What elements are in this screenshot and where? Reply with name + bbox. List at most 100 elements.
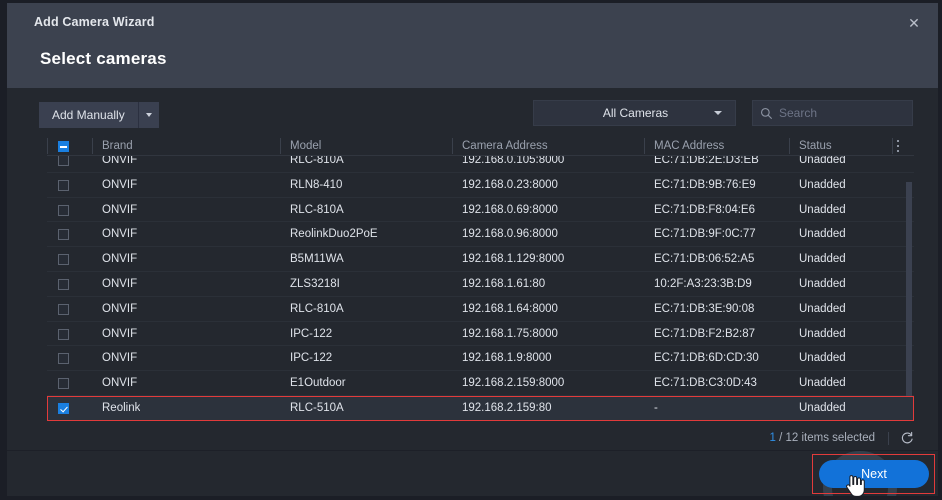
column-divider xyxy=(280,138,281,154)
cell-address: 192.168.1.61:80 xyxy=(462,278,546,290)
camera-filter-value: All Cameras xyxy=(602,106,669,120)
cell-model: RLC-810A xyxy=(290,302,344,315)
cell-mac: EC:71:DB:F8:04:E6 xyxy=(654,203,755,216)
add-camera-wizard-dialog: Add Camera Wizard ✕ Select cameras Add M… xyxy=(0,0,942,500)
row-checkbox[interactable] xyxy=(58,204,69,216)
cell-mac: EC:71:DB:3E:90:08 xyxy=(654,302,755,315)
cell-brand: ONVIF xyxy=(102,352,138,365)
column-divider xyxy=(789,138,790,154)
search-input[interactable] xyxy=(779,102,934,124)
column-header-mac[interactable]: MAC Address xyxy=(654,136,724,156)
cell-brand: Reolink xyxy=(102,402,141,414)
cell-model: RLN8-410 xyxy=(290,178,343,191)
toolbar: Add Manually All Cameras xyxy=(7,88,938,136)
search-icon xyxy=(753,101,779,125)
search-box[interactable] xyxy=(752,100,934,126)
chevron-down-icon xyxy=(145,113,152,117)
cell-mac: EC:71:DB:9B:76:E9 xyxy=(654,178,756,191)
cell-status: Unadded xyxy=(799,402,846,414)
cell-status: Unadded xyxy=(799,253,846,266)
next-button[interactable]: Next xyxy=(819,460,929,488)
cell-mac: EC:71:DB:F2:B2:87 xyxy=(654,327,755,340)
cell-model: ZLS3218I xyxy=(290,278,340,290)
cell-brand: ONVIF xyxy=(102,302,138,315)
cell-model: ReolinkDuo2PoE xyxy=(290,228,378,241)
table-footer: 1 / 12 items selected xyxy=(47,426,914,450)
selection-summary: 1 / 12 items selected xyxy=(770,432,876,444)
more-vertical-icon[interactable] xyxy=(892,139,904,153)
cell-status: Unadded xyxy=(799,228,846,241)
window-frame-top xyxy=(0,0,942,3)
cell-model: RLC-810A xyxy=(290,203,344,216)
selection-summary-label: / 12 items selected xyxy=(779,432,875,444)
cell-address: 192.168.1.75:8000 xyxy=(462,327,558,340)
cell-mac: 10:2F:A3:23:3B:D9 xyxy=(654,278,752,290)
cell-brand: ONVIF xyxy=(102,228,138,241)
cell-brand: ONVIF xyxy=(102,203,138,216)
cell-mac: EC:71:DB:6D:CD:30 xyxy=(654,352,759,365)
row-checkbox[interactable] xyxy=(58,279,69,290)
cell-address: 192.168.1.129:8000 xyxy=(462,253,565,266)
cell-address: 192.168.2.159:80 xyxy=(462,402,552,414)
cell-brand: ONVIF xyxy=(102,278,138,290)
column-header-status[interactable]: Status xyxy=(799,136,832,156)
column-divider xyxy=(92,138,93,154)
table-row[interactable]: ONVIF E1Outdoor 192.168.2.159:8000 EC:71:DB… xyxy=(47,371,914,396)
row-checkbox[interactable] xyxy=(58,179,69,191)
row-checkbox[interactable] xyxy=(58,155,69,166)
row-checkbox[interactable] xyxy=(58,378,69,390)
table-row[interactable]: ONVIF ReolinkDuo2PoE 192.168.0.96:8000 EC:7… xyxy=(47,222,914,248)
cell-mac: EC:71:DB:9F:0C:77 xyxy=(654,228,756,241)
cell-brand: ONVIF xyxy=(102,253,138,266)
title-bar: Add Camera Wizard ✕ xyxy=(7,3,938,43)
cell-status: Unadded xyxy=(799,278,846,290)
column-header-address[interactable]: Camera Address xyxy=(462,136,548,156)
row-checkbox[interactable] xyxy=(58,353,69,365)
add-manually-button[interactable]: Add Manually xyxy=(39,102,139,128)
cell-mac: EC:71:DB:C3:0D:43 xyxy=(654,377,757,390)
table-row[interactable]: Reolink RLC-510A 192.168.2.159:80 - Unadded xyxy=(47,396,914,421)
cell-mac: EC:71:DB:06:52:A5 xyxy=(654,253,755,266)
cell-model: E1Outdoor xyxy=(290,377,346,390)
refresh-icon[interactable] xyxy=(900,431,914,445)
column-divider xyxy=(452,138,453,154)
window-frame-bottom xyxy=(0,496,942,500)
add-manually-group: Add Manually xyxy=(39,102,159,128)
row-checkbox[interactable] xyxy=(58,303,69,315)
column-header-model[interactable]: Model xyxy=(290,136,321,156)
cell-address: 192.168.2.159:8000 xyxy=(462,377,565,390)
cell-status: Unadded xyxy=(799,327,846,340)
cell-model: RLC-510A xyxy=(290,402,344,414)
chevron-down-icon xyxy=(714,111,722,115)
table-row[interactable]: ONVIF RLC-810A 192.168.0.69:8000 EC:71:DB:F… xyxy=(47,198,914,223)
table-row[interactable]: ONVIF B5M11WA 192.168.1.129:8000 EC:71:DB:0… xyxy=(47,247,914,272)
row-checkbox[interactable] xyxy=(58,229,69,241)
row-checkbox[interactable] xyxy=(58,254,69,266)
table-row[interactable]: ONVIF ZLS3218I 192.168.1.61:80 10:2F:A3:23:… xyxy=(47,272,914,297)
select-all-checkbox[interactable] xyxy=(58,141,69,152)
column-divider xyxy=(644,138,645,154)
close-icon[interactable]: ✕ xyxy=(902,12,926,34)
cell-model: IPC-122 xyxy=(290,327,333,340)
row-checkbox[interactable] xyxy=(58,403,69,414)
camera-table: Brand Model Camera Address MAC Address S… xyxy=(47,136,914,426)
table-row[interactable]: ONVIF RLN8-410 192.168.0.23:8000 EC:71:DB:9… xyxy=(47,173,914,198)
table-header-row: Brand Model Camera Address MAC Address S… xyxy=(47,136,914,156)
cell-mac: - xyxy=(654,402,658,414)
cell-status: Unadded xyxy=(799,377,846,390)
cell-model: IPC-122 xyxy=(290,352,333,365)
camera-filter-select[interactable]: All Cameras xyxy=(533,100,736,126)
cell-status: Unadded xyxy=(799,352,846,365)
add-manually-dropdown-button[interactable] xyxy=(138,102,159,128)
window-frame-left xyxy=(0,0,7,500)
cell-address: 192.168.0.96:8000 xyxy=(462,228,558,241)
row-checkbox[interactable] xyxy=(58,328,69,340)
table-row[interactable]: ONVIF RLC-810A 192.168.1.64:8000 EC:71:DB:3… xyxy=(47,297,914,322)
table-row[interactable]: ONVIF IPC-122 192.168.1.75:8000 EC:71:DB:F2… xyxy=(47,322,914,347)
table-scrollbar-thumb[interactable] xyxy=(906,182,912,412)
column-header-brand[interactable]: Brand xyxy=(102,136,133,156)
cell-status: Unadded xyxy=(799,302,846,315)
table-row[interactable]: ONVIF IPC-122 192.168.1.9:8000 EC:71:DB:6D:… xyxy=(47,346,914,372)
footer-divider xyxy=(888,431,889,445)
cell-brand: ONVIF xyxy=(102,178,138,191)
